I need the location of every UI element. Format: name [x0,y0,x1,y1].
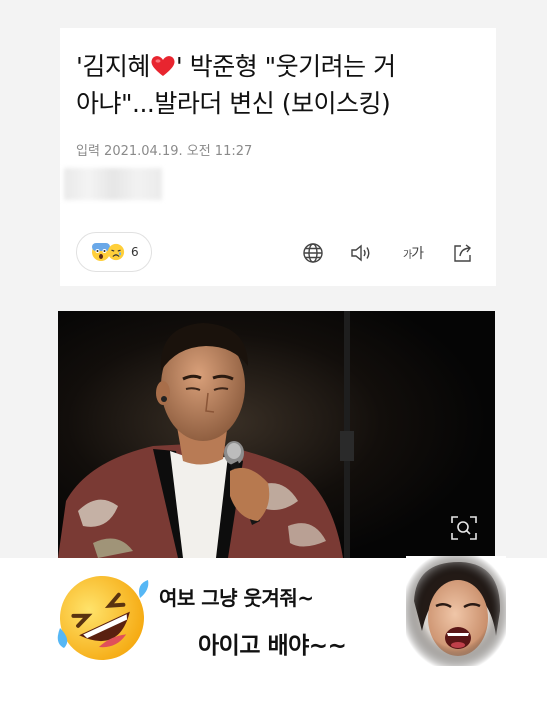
reaction-button[interactable]: 6 [76,232,152,272]
title-suffix: ' 박준형 "웃기려는 거 [175,52,396,81]
caption-line-1: 여보 그냥 웃겨줘~ [159,586,314,610]
globe-icon [303,243,323,263]
photo-zoom-button[interactable] [447,513,481,543]
article-photo[interactable] [58,311,495,558]
singer-photo-image [58,311,495,558]
caption-line-2: 아이고 배야~~ [198,633,347,659]
reaction-count: 6 [131,245,139,259]
font-size-button[interactable]: 가가 [396,240,430,266]
share-button[interactable] [450,240,476,266]
rolling-laughing-emoji-icon [57,576,149,660]
zoom-search-icon [451,516,477,540]
share-icon [454,244,471,262]
title-line2: 아냐"...발라더 변신 (보이스킹) [76,89,391,118]
speaker-icon [351,244,370,262]
laughing-person-photo [406,556,506,666]
title-prefix: '김지혜 [76,52,150,81]
translate-button[interactable] [300,240,326,266]
blurred-byline [64,168,162,200]
font-size-icon: 가가 [402,246,424,262]
sad-face-icon [107,243,125,261]
article-header: '김지혜 ' 박준형 "웃기려는 거 아냐"...발라더 변신 (보이스킹) 입력… [60,28,496,286]
red-heart-emoji-icon [151,56,175,76]
listen-button[interactable] [348,240,374,266]
article-title: '김지혜 ' 박준형 "웃기려는 거 아냐"...발라더 변신 (보이스킹) [76,48,486,122]
publish-date: 입력 2021.04.19. 오전 11:27 [76,144,253,159]
